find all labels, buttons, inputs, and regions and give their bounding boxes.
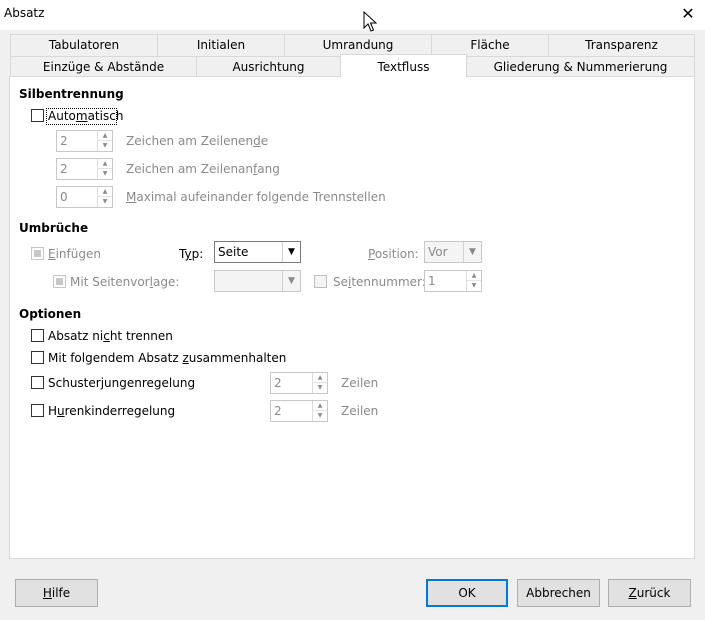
insert-break-label[interactable]: Einfügen — [48, 247, 101, 261]
automatic-hyphenation-checkbox[interactable] — [31, 109, 44, 122]
keep-paragraph-together-label[interactable]: Absatz nicht trennen — [48, 329, 173, 343]
spin-down-icon[interactable]: ▼ — [467, 281, 481, 291]
reset-button[interactable]: Zurück — [608, 579, 691, 607]
hyphenation-title: Silbentrennung — [19, 87, 124, 101]
chars-at-line-end-spinner[interactable]: 2 ▲ ▼ — [56, 130, 113, 152]
close-icon[interactable]: ✕ — [671, 0, 705, 30]
widow-lines-unit: Zeilen — [341, 404, 379, 418]
max-consecutive-hyphens-label: Maximal aufeinander folgende Trennstelle… — [126, 190, 386, 204]
page-number-checkbox[interactable] — [314, 275, 327, 288]
keep-with-next-label[interactable]: Mit folgendem Absatz zusammenhalten — [48, 351, 286, 365]
spin-up-icon[interactable]: ▲ — [313, 373, 327, 383]
tab-initialen[interactable]: Initialen — [157, 34, 285, 56]
break-position-label: Position: — [368, 247, 419, 261]
page-number-spinner[interactable]: 1 ▲ ▼ — [424, 270, 482, 292]
breaks-title: Umbrüche — [19, 221, 89, 235]
tab-flaeche[interactable]: Fläche — [431, 34, 549, 56]
with-page-style-checkbox[interactable] — [53, 275, 66, 288]
textfluss-panel: Silbentrennung Automatisch 2 ▲ ▼ Zeichen … — [9, 76, 695, 559]
widow-control-checkbox[interactable] — [31, 404, 44, 417]
tab-transparenz[interactable]: Transparenz — [548, 34, 695, 56]
chars-at-line-begin-label: Zeichen am Zeilenanfang — [126, 162, 280, 176]
spin-down-icon[interactable]: ▼ — [98, 141, 112, 151]
chars-at-line-end-label: Zeichen am Zeilenende — [126, 134, 269, 148]
with-page-style-label[interactable]: Mit Seitenvorlage: — [70, 275, 179, 289]
keep-with-next-checkbox[interactable] — [31, 351, 44, 364]
spin-down-icon[interactable]: ▼ — [98, 197, 112, 207]
widow-lines-spinner[interactable]: 2 ▲ ▼ — [270, 400, 328, 422]
spin-down-icon[interactable]: ▼ — [98, 169, 112, 179]
window-title: Absatz — [4, 6, 45, 20]
spin-down-icon[interactable]: ▼ — [313, 411, 327, 421]
break-position-select[interactable]: Vor ▼ — [424, 241, 482, 263]
break-type-select[interactable]: Seite ▼ — [214, 241, 301, 263]
tab-row-2: Einzüge & Abstände Ausrichtung Textfluss… — [10, 54, 695, 78]
chevron-down-icon: ▼ — [282, 271, 300, 291]
ok-button[interactable]: OK — [426, 579, 508, 607]
widow-control-label[interactable]: Hurenkinderregelung — [48, 404, 175, 418]
help-button[interactable]: Hilfe — [15, 579, 98, 607]
spin-up-icon[interactable]: ▲ — [313, 401, 327, 411]
automatic-hyphenation-label[interactable]: Automatisch — [48, 109, 123, 123]
chars-at-line-begin-spinner[interactable]: 2 ▲ ▼ — [56, 158, 113, 180]
tab-gliederung-nummerierung[interactable]: Gliederung & Nummerierung — [466, 56, 695, 78]
insert-break-checkbox[interactable] — [31, 247, 44, 260]
title-bar: Absatz ✕ — [0, 0, 705, 30]
page-number-label[interactable]: Seitennummer: — [333, 275, 426, 289]
spin-down-icon[interactable]: ▼ — [313, 383, 327, 393]
mouse-cursor-icon — [363, 11, 377, 32]
tab-row-1: Tabulatoren Initialen Umrandung Fläche T… — [10, 34, 695, 56]
spin-up-icon[interactable]: ▲ — [98, 187, 112, 197]
spin-up-icon[interactable]: ▲ — [98, 159, 112, 169]
cancel-button[interactable]: Abbrechen — [517, 579, 600, 607]
tab-textfluss[interactable]: Textfluss — [340, 54, 467, 78]
tab-ausrichtung[interactable]: Ausrichtung — [196, 56, 341, 78]
orphan-lines-unit: Zeilen — [341, 376, 379, 390]
tab-einzuege-abstaende[interactable]: Einzüge & Abstände — [10, 56, 197, 78]
max-consecutive-hyphens-spinner[interactable]: 0 ▲ ▼ — [56, 186, 113, 208]
break-type-label: Typ: — [179, 247, 204, 261]
tab-tabulatoren[interactable]: Tabulatoren — [10, 34, 158, 56]
tab-umrandung[interactable]: Umrandung — [284, 34, 432, 56]
chevron-down-icon: ▼ — [463, 242, 481, 262]
options-title: Optionen — [19, 307, 82, 321]
spin-up-icon[interactable]: ▲ — [467, 271, 481, 281]
page-style-select[interactable]: ▼ — [214, 270, 301, 292]
orphan-control-label[interactable]: Schusterjungenregelung — [48, 376, 195, 390]
spin-up-icon[interactable]: ▲ — [98, 131, 112, 141]
keep-paragraph-together-checkbox[interactable] — [31, 329, 44, 342]
orphan-lines-spinner[interactable]: 2 ▲ ▼ — [270, 372, 328, 394]
chevron-down-icon: ▼ — [282, 242, 300, 262]
orphan-control-checkbox[interactable] — [31, 376, 44, 389]
